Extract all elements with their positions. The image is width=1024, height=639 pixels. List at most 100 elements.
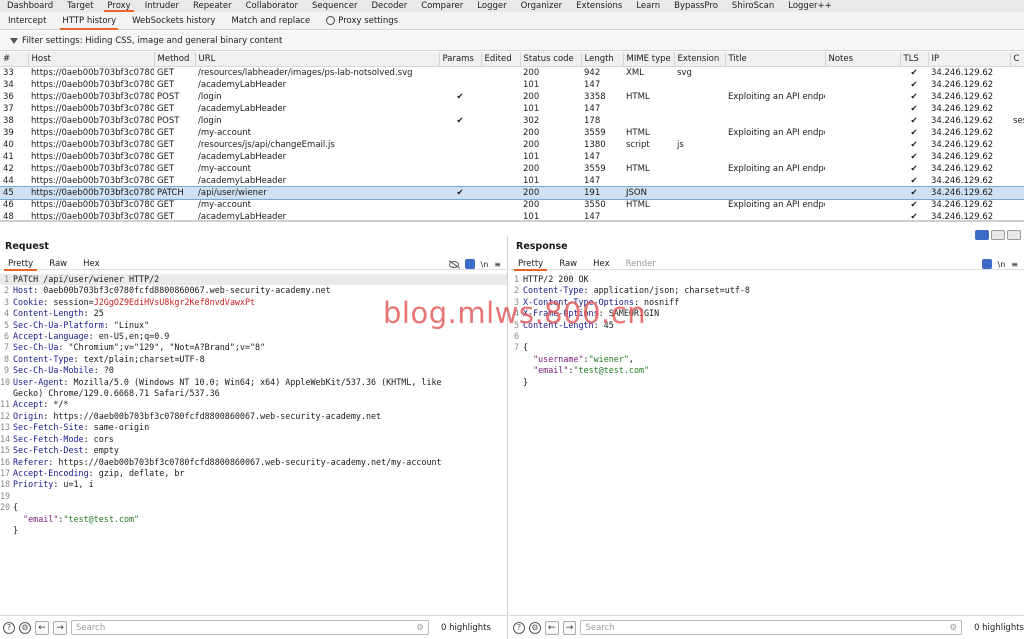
request-search-input[interactable]: Search ⚙ — [71, 620, 429, 635]
menu-icon[interactable]: ≡ — [1011, 260, 1018, 269]
tab-sequencer[interactable]: Sequencer — [305, 0, 364, 12]
newline-toggle-icon[interactable]: \n — [998, 260, 1006, 269]
code-line: 4 X-Frame-Options: SAMEORIGIN — [510, 308, 1024, 319]
code-token: , — [628, 353, 634, 364]
tab-intruder[interactable]: Intruder — [138, 0, 186, 12]
subtab-http-history[interactable]: HTTP history — [54, 12, 124, 30]
filter-icon — [10, 37, 18, 44]
subtab-intercept[interactable]: Intercept — [0, 12, 54, 30]
cell-host: https://0aeb00b703bf3c0780... — [31, 163, 154, 174]
table-row[interactable]: 33 https://0aeb00b703bf3c0780... GET/resou… — [0, 66, 1024, 79]
table-row[interactable]: 44 https://0aeb00b703bf3c0780... GET/acade… — [0, 175, 1024, 187]
code-token: Referer — [13, 456, 49, 467]
code-token: : u=1, i — [53, 479, 94, 490]
response-tab-render[interactable]: Render — [618, 258, 664, 270]
column-header-method[interactable]: Method — [154, 52, 196, 67]
column-header-c[interactable]: C — [1010, 52, 1024, 67]
help-icon[interactable]: ? — [513, 621, 525, 634]
search-options-icon[interactable]: ⚙ — [949, 623, 957, 633]
table-row[interactable]: 39 https://0aeb00b703bf3c0780... GET/my-ac… — [0, 127, 1024, 139]
code-token: Accept-Language — [13, 331, 89, 342]
cell-title — [725, 186, 825, 199]
column-header-title[interactable]: Title — [725, 52, 826, 67]
settings-gear-icon[interactable]: ⚙ — [19, 621, 31, 634]
cell-params: ✔ — [439, 186, 481, 199]
column-header-num[interactable]: # — [0, 52, 29, 67]
forward-arrow-icon[interactable]: → — [562, 620, 577, 635]
back-arrow-icon[interactable]: ← — [35, 620, 49, 635]
tab-shiroscan[interactable]: ShiroScan — [725, 0, 781, 12]
cell-title — [725, 151, 825, 163]
hide-eye-icon[interactable] — [448, 260, 459, 268]
tab-logger[interactable]: Logger++ — [781, 0, 839, 12]
column-header-tls[interactable]: TLS — [900, 52, 929, 67]
response-editor[interactable]: 1 HTTP/2 200 OK 2 Content-Type: application… — [510, 274, 1024, 615]
table-row[interactable]: 40 https://0aeb00b703bf3c0780... GET/resou… — [0, 139, 1024, 151]
cell-params — [439, 211, 481, 221]
column-header-host[interactable]: Host — [28, 52, 155, 67]
tab-organizer[interactable]: Organizer — [514, 0, 570, 12]
help-icon[interactable]: ? — [3, 621, 15, 634]
code-token: Content-Type — [523, 285, 584, 296]
request-tab-pretty[interactable]: Pretty — [0, 258, 41, 271]
cell-num: 42 — [3, 163, 14, 174]
column-header-extension[interactable]: Extension — [674, 52, 726, 67]
table-row[interactable]: 41 https://0aeb00b703bf3c0780... GET/acade… — [0, 151, 1024, 163]
column-header-url[interactable]: URL — [195, 52, 440, 67]
filter-settings-text[interactable]: Filter settings: Hiding CSS, image and g… — [22, 36, 282, 46]
table-row[interactable]: 36 https://0aeb00b703bf3c0780... POST/logi… — [0, 91, 1024, 103]
tab-bypasspro[interactable]: BypassPro — [667, 0, 725, 12]
back-arrow-icon[interactable]: ← — [544, 620, 559, 635]
response-tab-hex[interactable]: Hex — [585, 258, 618, 270]
cell-notes — [825, 186, 900, 199]
subtab-match-and-replace[interactable]: Match and replace — [223, 12, 318, 30]
table-row[interactable]: 48 https://0aeb00b703bf3c0780... GET/acade… — [0, 211, 1024, 222]
request-editor[interactable]: 1 PATCH /api/user/wiener HTTP/2 2 Host: 0ae… — [0, 274, 507, 615]
pretty-format-icon[interactable] — [981, 259, 992, 269]
menu-icon[interactable]: ≡ — [494, 260, 501, 269]
column-header-length[interactable]: Length — [581, 52, 624, 67]
filter-bar[interactable]: Filter settings: Hiding CSS, image and g… — [0, 31, 1024, 51]
search-options-icon[interactable]: ⚙ — [416, 623, 424, 633]
tab-repeater[interactable]: Repeater — [186, 0, 239, 12]
tab-proxy[interactable]: Proxy — [100, 0, 137, 12]
tab-dashboard[interactable]: Dashboard — [0, 0, 60, 12]
response-tab-pretty[interactable]: Pretty — [510, 258, 551, 271]
tab-collaborator[interactable]: Collaborator — [239, 0, 305, 12]
table-row[interactable]: 42 https://0aeb00b703bf3c0780... GET/my-ac… — [0, 163, 1024, 175]
cell-url: /academyLabHeader — [198, 211, 287, 222]
newline-toggle-icon[interactable]: \n — [481, 260, 489, 269]
table-row[interactable]: 45 https://0aeb00b703bf3c0780... PATCH/api… — [0, 185, 1024, 200]
cell-num: 37 — [3, 103, 14, 114]
table-row[interactable]: 37 https://0aeb00b703bf3c0780... GET/acade… — [0, 103, 1024, 115]
cell-cookies — [1010, 66, 1024, 79]
column-header-ip[interactable]: IP — [928, 52, 1011, 67]
tab-logger[interactable]: Logger — [470, 0, 513, 12]
column-header-status-code[interactable]: Status code — [520, 52, 582, 67]
settings-gear-icon[interactable]: ⚙ — [528, 621, 541, 634]
tab-extensions[interactable]: Extensions — [569, 0, 629, 12]
tab-comparer[interactable]: Comparer — [414, 0, 470, 12]
table-row[interactable]: 38 https://0aeb00b703bf3c0780... POST/logi… — [0, 115, 1024, 127]
response-search-input[interactable]: Search ⚙ — [580, 620, 963, 635]
subtab-proxy-settings[interactable]: Proxy settings — [318, 12, 406, 30]
request-tab-hex[interactable]: Hex — [75, 258, 108, 270]
subtab-websockets-history[interactable]: WebSockets history — [124, 12, 223, 30]
forward-arrow-icon[interactable]: → — [53, 620, 67, 635]
cell-params — [439, 79, 481, 91]
table-row[interactable]: 34 https://0aeb00b703bf3c0780... GET/acade… — [0, 79, 1024, 91]
request-tab-raw[interactable]: Raw — [41, 258, 75, 270]
column-header-notes[interactable]: Notes — [825, 52, 901, 67]
tab-decoder[interactable]: Decoder — [364, 0, 414, 12]
table-row[interactable]: 46 https://0aeb00b703bf3c0780... GET/my-ac… — [0, 199, 1024, 211]
column-header-params[interactable]: Params — [439, 52, 482, 67]
response-tab-raw[interactable]: Raw — [551, 258, 585, 270]
tab-learn[interactable]: Learn — [629, 0, 667, 12]
code-token: Accept — [13, 399, 44, 410]
pretty-format-icon[interactable] — [464, 259, 475, 269]
column-header-mime-type[interactable]: MIME type — [623, 52, 675, 67]
code-token: : https://0aeb00b703bf3c0780fcfd88008600… — [43, 410, 382, 421]
line-number: 9 — [3, 365, 9, 376]
tab-target[interactable]: Target — [60, 0, 100, 12]
column-header-edited[interactable]: Edited — [481, 52, 521, 67]
